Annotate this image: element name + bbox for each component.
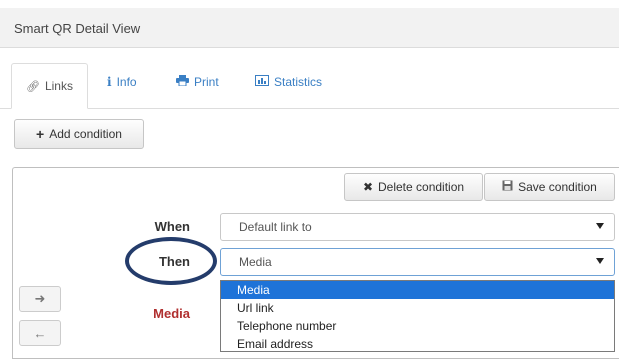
link-icon: 🔗︎ [26,80,40,93]
chevron-down-icon [596,223,604,229]
dropdown-option-email-address[interactable]: Email address [221,335,614,353]
move-left-button[interactable]: ← [19,320,61,346]
tab-statistics[interactable]: Statistics [255,75,322,89]
tab-info[interactable]: i Info [107,75,137,89]
when-select[interactable]: Default link to [220,213,615,241]
tab-label: Statistics [274,75,323,89]
chart-icon [255,75,269,89]
info-icon: i [107,75,112,89]
save-condition-button[interactable]: Save condition [484,173,615,201]
when-select-value: Default link to [239,220,312,234]
add-condition-label: Add condition [49,127,122,141]
panel-title: Smart QR Detail View [14,21,141,36]
print-icon [176,75,189,89]
tab-print[interactable]: Print [176,75,219,89]
arrow-left-icon: ← [33,325,47,341]
then-select[interactable]: Media [220,248,615,276]
save-condition-label: Save condition [518,180,597,194]
tab-bar: 🔗︎ Links i Info Print Statistics [0,48,619,109]
dropdown-option-telephone-number[interactable]: Telephone number [221,317,614,335]
arrow-right-icon: ➜ [34,291,46,306]
tab-label: Links [44,79,73,93]
tab-divider [0,108,619,109]
plus-icon: + [36,126,45,142]
tab-label: Print [194,75,219,89]
delete-condition-label: Delete condition [378,180,465,194]
media-label: Media [153,306,190,321]
panel-header: Smart QR Detail View [0,8,619,48]
then-dropdown-list: Media Url link Telephone number Email ad… [220,280,615,352]
when-label: When [154,219,190,234]
floppy-icon [502,180,513,194]
then-select-value: Media [239,255,272,269]
tab-label: Info [116,75,137,89]
chevron-down-icon [596,258,604,264]
dropdown-option-media[interactable]: Media [221,281,614,299]
close-icon: ✖ [362,180,373,194]
highlight-oval [125,237,217,285]
add-condition-button[interactable]: + Add condition [14,119,144,149]
delete-condition-button[interactable]: ✖ Delete condition [344,173,483,201]
dropdown-option-url-link[interactable]: Url link [221,299,614,317]
move-right-button[interactable]: ➜ [19,286,61,312]
tab-links[interactable]: 🔗︎ Links [11,63,88,109]
